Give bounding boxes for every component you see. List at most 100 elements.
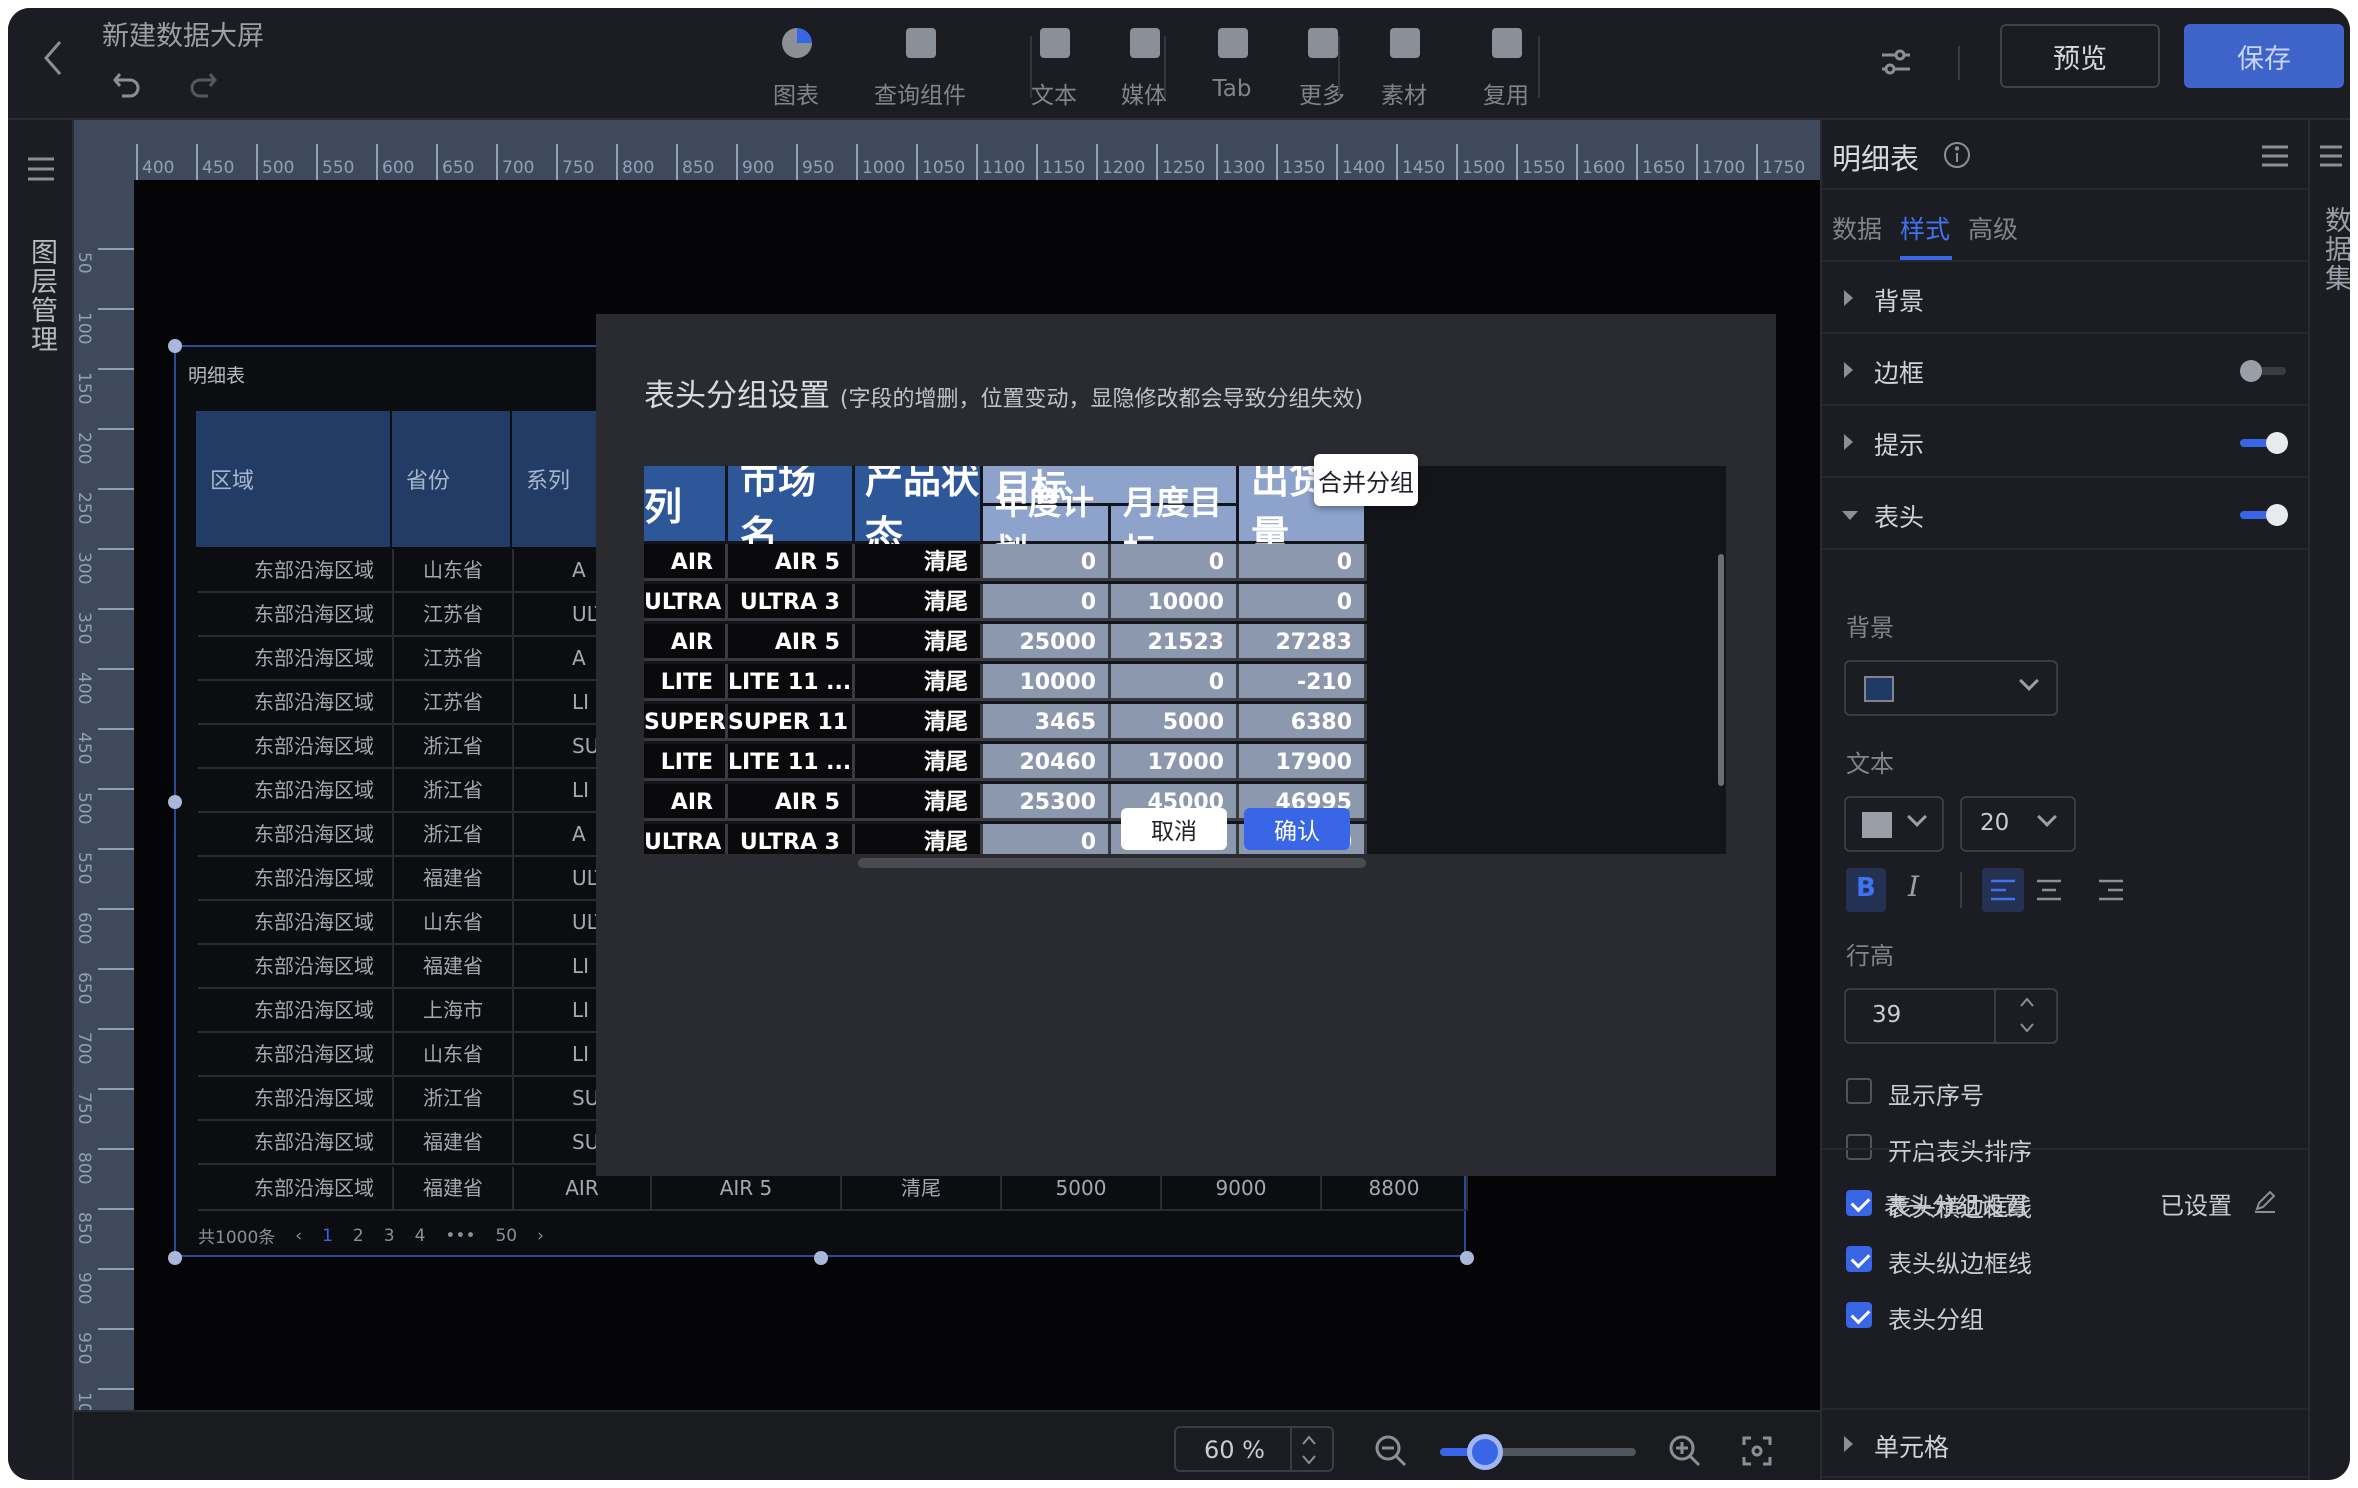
tab-style[interactable]: 样式	[1900, 210, 1950, 246]
table-cell: AIR	[644, 544, 728, 581]
page-title[interactable]: 新建数据大屏	[102, 14, 264, 53]
group-setting-status[interactable]: 已设置	[2160, 1186, 2232, 1221]
align-left-button[interactable]	[1982, 868, 2024, 912]
align-center-icon[interactable]	[2036, 878, 2062, 902]
merge-group-tooltip[interactable]: 合并分组	[1314, 454, 1418, 506]
checkbox[interactable]	[1846, 1078, 1872, 1104]
back-icon[interactable]	[42, 38, 66, 78]
toolbar-pie-chart-button[interactable]: 图表	[746, 20, 846, 110]
toolbar-label: Tab	[1212, 76, 1252, 102]
checkbox[interactable]	[1846, 1134, 1872, 1160]
section-tooltip[interactable]: 提示	[1822, 408, 2310, 478]
zoom-out-icon[interactable]	[1374, 1434, 1408, 1468]
section-border[interactable]: 边框	[1822, 336, 2310, 406]
italic-icon[interactable]: I	[1908, 870, 1919, 903]
header-text-color-picker[interactable]	[1844, 796, 1944, 852]
panel-menu-icon[interactable]	[2260, 144, 2290, 168]
table-cell: 浙江省	[394, 813, 514, 855]
layer-management-tab[interactable]: 图层管理	[22, 238, 61, 354]
table-cell: 东部沿海区域	[198, 813, 394, 855]
active-tab-indicator	[1900, 256, 1952, 260]
checkbox-row[interactable]: 显示序号	[1822, 1072, 2310, 1112]
menu-icon[interactable]	[26, 156, 56, 182]
save-button[interactable]: 保存	[2184, 24, 2344, 88]
cancel-button[interactable]: 取消	[1121, 808, 1227, 850]
checkbox-row[interactable]: 表头分组	[1822, 1296, 2310, 1336]
header-series-partial[interactable]: 列	[644, 466, 728, 544]
zoom-input[interactable]: 60 %	[1174, 1426, 1334, 1472]
increment-icon[interactable]	[2018, 996, 2036, 1008]
resize-handle[interactable]	[168, 339, 182, 353]
header-annual-plan[interactable]: 年度计划	[983, 483, 1111, 570]
table-cell: 清尾	[855, 744, 983, 781]
undo-icon[interactable]	[112, 68, 142, 98]
section-header[interactable]: 表头	[1822, 480, 2310, 550]
table-cell: 山东省	[394, 1033, 514, 1075]
toolbar-tab-button[interactable]: Tab	[1182, 20, 1282, 110]
border-toggle[interactable]	[2240, 360, 2288, 382]
vertical-scrollbar[interactable]	[1718, 554, 1724, 786]
toolbar-copy-button[interactable]: 复用	[1456, 20, 1556, 110]
prev-page-button[interactable]: ‹	[295, 1226, 302, 1246]
table-cell: 东部沿海区域	[198, 1033, 394, 1075]
redo-icon[interactable]	[188, 68, 218, 98]
tab-data[interactable]: 数据	[1832, 210, 1882, 246]
resize-handle[interactable]	[168, 795, 182, 809]
tooltip-toggle[interactable]	[2240, 432, 2288, 454]
zoom-slider[interactable]	[1440, 1434, 1636, 1470]
page-button[interactable]: 4	[415, 1226, 426, 1246]
tab-advanced[interactable]: 高级	[1968, 210, 2018, 246]
checkbox[interactable]	[1846, 1302, 1872, 1328]
page-button[interactable]: 50	[495, 1226, 517, 1246]
dataset-tab[interactable]: 数据集	[2316, 206, 2350, 293]
row-height-input[interactable]: 39	[1844, 988, 2058, 1044]
header-group-preview-table[interactable]: 列 市场名 产品状态 目标 年度计划 月度目标 出货量 AIRAIR 5清尾00…	[644, 466, 1726, 854]
page-button[interactable]: 1	[322, 1226, 333, 1246]
resize-handle[interactable]	[1460, 1251, 1474, 1265]
header-monthly-target[interactable]: 月度目标	[1111, 483, 1239, 570]
header-toggle[interactable]	[2240, 504, 2288, 526]
header-bg-color-picker[interactable]	[1844, 660, 2058, 716]
resize-handle[interactable]	[814, 1251, 828, 1265]
toolbar-text-button[interactable]: 文本	[1004, 20, 1104, 110]
horizontal-scrollbar[interactable]	[858, 858, 1366, 868]
font-size-select[interactable]: 20	[1960, 796, 2076, 852]
decrement-icon[interactable]	[1300, 1454, 1318, 1466]
checkbox-label: 显示序号	[1888, 1082, 1984, 1110]
resize-handle[interactable]	[168, 1251, 182, 1265]
confirm-button[interactable]: 确认	[1244, 808, 1350, 850]
table-cell: 0	[983, 584, 1111, 621]
next-page-button[interactable]: ›	[537, 1226, 544, 1246]
toolbar-palette-button[interactable]: 素材	[1354, 20, 1454, 110]
table-cell: AIR 5	[728, 624, 855, 661]
toolbar-filter-button[interactable]: 查询组件	[870, 20, 970, 110]
increment-icon[interactable]	[1300, 1434, 1318, 1446]
table-cell: 清尾	[855, 704, 983, 741]
section-background[interactable]: 背景	[1822, 264, 2310, 334]
decrement-icon[interactable]	[2018, 1022, 2036, 1034]
checkbox-row[interactable]: 表头纵边框线	[1822, 1240, 2310, 1280]
settings-sliders-icon[interactable]	[1876, 42, 1916, 82]
toolbar-image-button[interactable]: 媒体	[1094, 20, 1194, 110]
bg-label: 背景	[1846, 614, 1894, 642]
zoom-slider-knob[interactable]	[1467, 1434, 1504, 1470]
edit-icon[interactable]	[2252, 1188, 2278, 1214]
bold-icon: B	[1856, 873, 1876, 903]
zoom-in-icon[interactable]	[1668, 1434, 1702, 1468]
section-cell[interactable]: 单元格	[1822, 1408, 2310, 1478]
page-ellipsis[interactable]: •••	[445, 1226, 475, 1246]
right-rail: 数据集	[2308, 120, 2350, 1480]
header-market[interactable]: 市场名	[728, 466, 855, 557]
checkbox[interactable]	[1846, 1190, 1872, 1216]
header-status[interactable]: 产品状态	[855, 466, 983, 557]
page-button[interactable]: 2	[353, 1226, 364, 1246]
align-right-icon[interactable]	[2098, 878, 2124, 902]
bold-button[interactable]: B	[1846, 868, 1886, 912]
preview-button[interactable]: 预览	[2000, 24, 2160, 88]
info-icon[interactable]	[1942, 140, 1972, 170]
fit-screen-icon[interactable]	[1742, 1436, 1772, 1466]
collapse-icon[interactable]	[2318, 144, 2344, 168]
page-button[interactable]: 3	[384, 1226, 395, 1246]
vertical-ruler: 50 100 150 200 250 300 350 400 450 500 550 600 650 70…	[74, 180, 134, 1410]
checkbox[interactable]	[1846, 1246, 1872, 1272]
